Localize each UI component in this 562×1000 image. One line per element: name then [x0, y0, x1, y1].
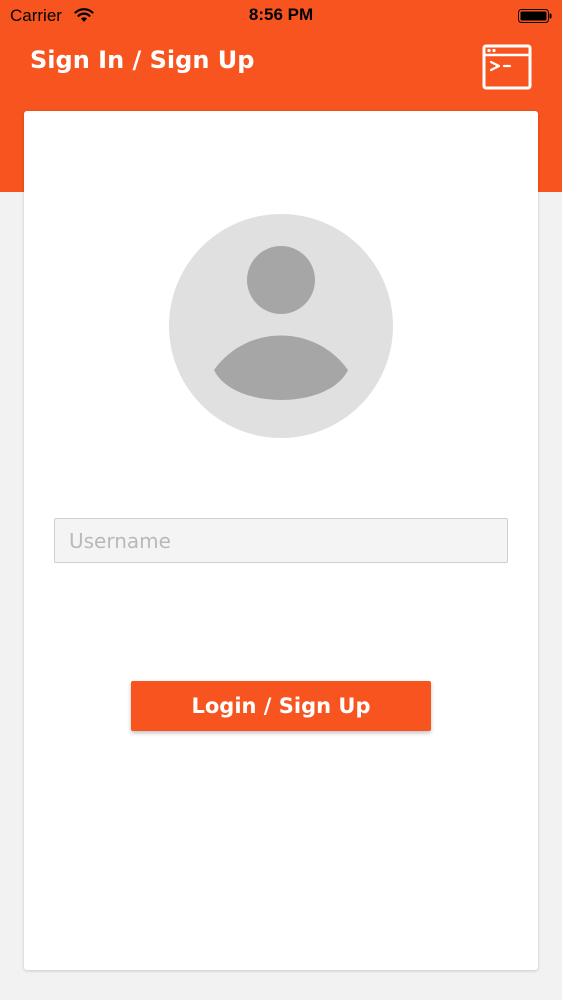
username-input[interactable]: [54, 518, 508, 563]
login-card: Login / Sign Up: [24, 111, 538, 970]
console-button[interactable]: [482, 44, 532, 90]
page-title: Sign In / Sign Up: [30, 46, 255, 74]
status-time: 8:56 PM: [248, 5, 314, 24]
login-signup-button[interactable]: Login / Sign Up: [131, 681, 431, 731]
terminal-icon: [482, 44, 532, 90]
user-avatar-icon: [169, 214, 393, 438]
status-bar: Carrier 8:56 PM: [0, 0, 562, 32]
battery-icon: [518, 9, 552, 23]
